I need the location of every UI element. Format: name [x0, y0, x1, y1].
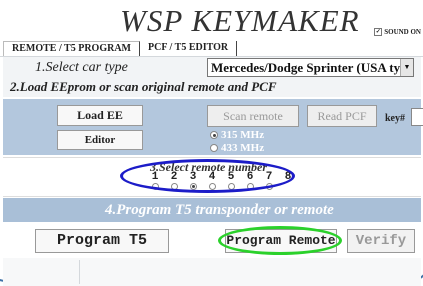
program-remote-button[interactable]: Program Remote [225, 229, 337, 253]
scan-remote-button[interactable]: Scan remote [207, 105, 299, 127]
remote-number-2-radio[interactable] [170, 183, 178, 190]
sound-label: SOUND ON [384, 28, 421, 36]
chevron-down-icon[interactable]: ▼ [400, 59, 413, 76]
tab-bar: REMOTE / T5 PROGRAM PCF / T5 EDITOR [3, 41, 238, 57]
remote-number-8-label: 8 [284, 171, 292, 183]
remote-number-5[interactable]: 5 [224, 171, 238, 190]
key-number-label: key# [385, 113, 405, 124]
freq-315-label: 315 MHz [221, 129, 265, 141]
step4-label: 4.Program T5 transponder or remote [105, 202, 334, 218]
freq-433-label: 433 MHz [221, 142, 265, 154]
load-ee-button[interactable]: Load EE [57, 105, 143, 126]
remote-number-4[interactable]: 4 [205, 171, 219, 190]
step2-label: 2.Load EEprom or scan original remote an… [10, 79, 277, 94]
freq-315-option[interactable]: 315 MHz [210, 129, 264, 141]
freq-315-radio[interactable] [210, 131, 218, 139]
tab-pcf-t5-editor[interactable]: PCF / T5 EDITOR [140, 41, 238, 57]
sound-checkbox[interactable]: ✓ [374, 28, 383, 36]
remote-number-1-radio[interactable] [151, 183, 159, 190]
remote-number-8[interactable]: 8 [281, 171, 295, 183]
remote-number-5-radio[interactable] [227, 183, 235, 190]
remote-number-3-radio[interactable] [189, 183, 197, 190]
editor-button[interactable]: Editor [57, 130, 143, 150]
status-divider [79, 260, 80, 284]
step1-label: 1.Select car type [35, 60, 128, 75]
remote-number-2[interactable]: 2 [167, 171, 181, 190]
freq-433-option[interactable]: 433 MHz [210, 142, 264, 154]
remote-number-1-label: 1 [151, 171, 159, 183]
remote-number-1[interactable]: 1 [148, 171, 162, 190]
car-type-value: Mercedes/Dodge Sprinter (USA type) [211, 60, 414, 75]
remote-number-7-label: 7 [265, 171, 273, 183]
remote-number-7[interactable]: 7 [262, 171, 276, 190]
remote-number-3-label: 3 [189, 171, 197, 183]
key-number-input[interactable] [411, 108, 423, 126]
sound-option[interactable]: ✓ SOUND ON [374, 28, 421, 36]
status-bar [3, 258, 421, 286]
read-pcf-button[interactable]: Read PCF [307, 105, 377, 127]
freq-433-radio[interactable] [210, 144, 218, 152]
verify-button[interactable]: Verify [347, 229, 415, 253]
remote-number-6[interactable]: 6 [243, 171, 257, 190]
remote-number-6-radio[interactable] [246, 183, 254, 190]
program-t5-button[interactable]: Program T5 [35, 229, 169, 253]
remote-number-2-label: 2 [170, 171, 178, 183]
remote-number-7-radio[interactable] [265, 183, 273, 190]
app-window: WSP KEYMAKER ✓ SOUND ON REMOTE / T5 PROG… [0, 0, 423, 286]
app-title: WSP KEYMAKER [120, 3, 360, 38]
remote-number-4-label: 4 [208, 171, 216, 183]
remote-number-5-label: 5 [227, 171, 235, 183]
remote-number-4-radio[interactable] [208, 183, 216, 190]
remote-number-6-label: 6 [246, 171, 254, 183]
tab-remote-t5-program[interactable]: REMOTE / T5 PROGRAM [3, 41, 140, 57]
car-type-select[interactable]: Mercedes/Dodge Sprinter (USA type) ▼ [207, 58, 414, 77]
remote-number-3[interactable]: 3 [186, 171, 200, 190]
